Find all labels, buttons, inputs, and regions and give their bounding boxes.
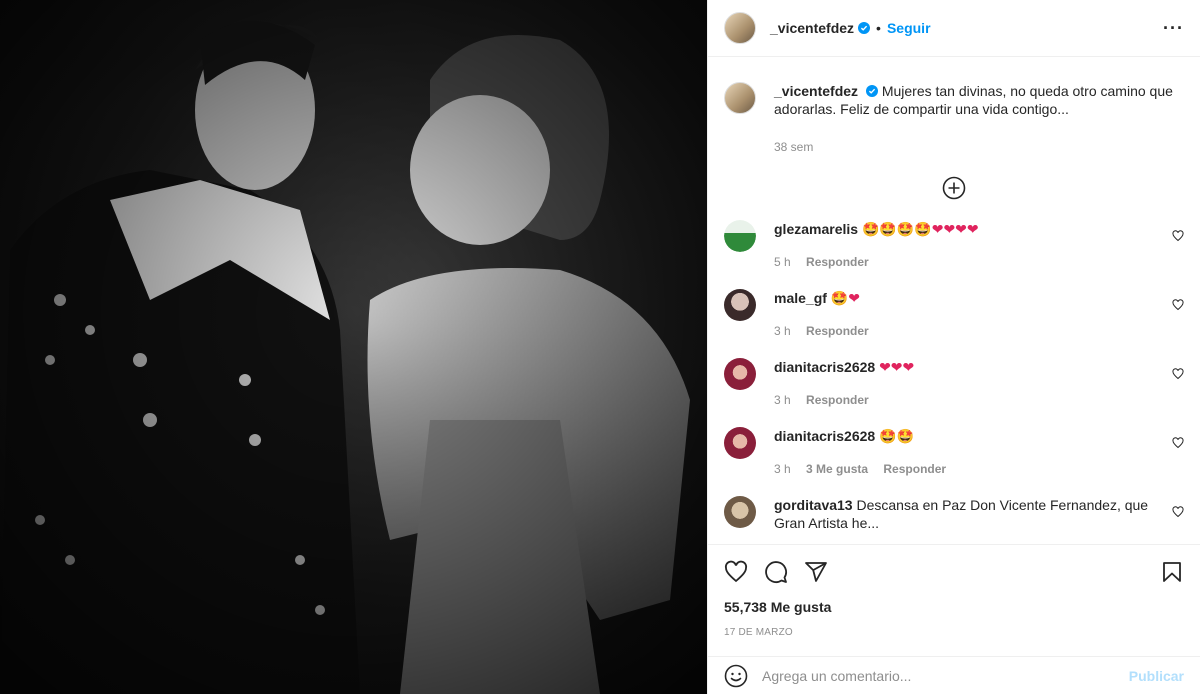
- caption-time: 38 sem: [774, 140, 814, 154]
- heart-icon[interactable]: [1172, 368, 1184, 380]
- comment-text: 🤩🤩: [879, 429, 914, 445]
- heart-icon[interactable]: [1172, 299, 1184, 311]
- heart-icon[interactable]: [724, 560, 748, 584]
- comment-time: 3 h: [774, 462, 791, 476]
- comment-username[interactable]: gorditava13: [774, 497, 853, 513]
- comment-text: 🤩🤩🤩🤩❤❤❤❤: [861, 222, 979, 238]
- comment-item: male_gf 🤩❤ 3 h Responder: [724, 289, 1184, 340]
- comment-username[interactable]: dianitacris2628: [774, 428, 875, 444]
- more-icon[interactable]: ···: [1163, 18, 1184, 39]
- reply-button[interactable]: Responder: [806, 255, 869, 269]
- comment-avatar[interactable]: [724, 427, 756, 459]
- plus-circle-icon[interactable]: [942, 176, 966, 200]
- comment-time: 3 h: [774, 324, 791, 338]
- caption-avatar[interactable]: [724, 82, 756, 114]
- comment-icon[interactable]: [764, 560, 788, 584]
- verified-icon: [865, 85, 878, 97]
- reply-button[interactable]: Responder: [806, 324, 869, 338]
- photo-illustration: [0, 0, 707, 694]
- header-separator: •: [876, 20, 881, 36]
- comment-username[interactable]: male_gf: [774, 290, 827, 306]
- header-username[interactable]: _vicentefdez: [770, 20, 854, 36]
- post-photo[interactable]: [0, 0, 707, 694]
- comment-avatar[interactable]: [724, 358, 756, 390]
- comment-meta: 3 h 3 Me gusta Responder: [774, 460, 1174, 478]
- comment-item: gorditava13 Descansa en Paz Don Vicente …: [724, 496, 1184, 532]
- bookmark-icon[interactable]: [1160, 560, 1184, 584]
- comment-likes[interactable]: 3 Me gusta: [806, 462, 868, 476]
- comment-avatar[interactable]: [724, 220, 756, 252]
- comment-username[interactable]: glezamarelis: [774, 221, 858, 237]
- post-caption: _vicentefdez Mujeres tan divinas, no que…: [724, 82, 1184, 156]
- likes-count[interactable]: 55,738 Me gusta: [724, 599, 1184, 615]
- post-actions: 55,738 Me gusta 17 DE MARZO: [708, 544, 1200, 638]
- comments-list[interactable]: _vicentefdez Mujeres tan divinas, no que…: [708, 58, 1200, 543]
- heart-icon[interactable]: [1172, 437, 1184, 449]
- reply-button[interactable]: Responder: [806, 393, 869, 407]
- comment-avatar[interactable]: [724, 289, 756, 321]
- heart-icon[interactable]: [1172, 230, 1184, 242]
- publish-button[interactable]: Publicar: [1129, 668, 1184, 684]
- reply-button[interactable]: Responder: [883, 462, 946, 476]
- comment-input[interactable]: [762, 667, 1129, 684]
- verified-icon: [858, 22, 871, 34]
- owner-avatar[interactable]: [724, 12, 756, 44]
- comment-item: glezamarelis 🤩🤩🤩🤩❤❤❤❤ 5 h Responder: [724, 220, 1184, 271]
- comment-meta: 5 h Responder: [774, 253, 1174, 271]
- share-icon[interactable]: [804, 560, 828, 584]
- heart-icon[interactable]: [1172, 506, 1184, 518]
- comment-item: dianitacris2628 🤩🤩 3 h 3 Me gusta Respon…: [724, 427, 1184, 478]
- post-header: _vicentefdez • Seguir ···: [708, 0, 1200, 57]
- comment-avatar[interactable]: [724, 496, 756, 528]
- emoji-icon[interactable]: [724, 664, 748, 688]
- comment-username[interactable]: dianitacris2628: [774, 359, 875, 375]
- comment-time: 5 h: [774, 255, 791, 269]
- comment-time: 3 h: [774, 393, 791, 407]
- add-comment-bar: Publicar: [708, 656, 1200, 694]
- comment-item: dianitacris2628 ❤❤❤ 3 h Responder: [724, 358, 1184, 409]
- follow-button[interactable]: Seguir: [887, 20, 931, 36]
- load-more-comments[interactable]: [724, 176, 1184, 202]
- post-date[interactable]: 17 DE MARZO: [724, 627, 1184, 638]
- comment-text: ❤❤❤: [879, 360, 915, 376]
- comment-meta: 3 h Responder: [774, 391, 1174, 409]
- comment-text: 🤩❤: [830, 291, 860, 307]
- caption-username[interactable]: _vicentefdez: [774, 83, 858, 99]
- action-bar: [724, 545, 1184, 599]
- post-panel: _vicentefdez • Seguir ··· _vicentefdez M…: [707, 0, 1200, 694]
- comment-meta: 3 h Responder: [774, 322, 1174, 340]
